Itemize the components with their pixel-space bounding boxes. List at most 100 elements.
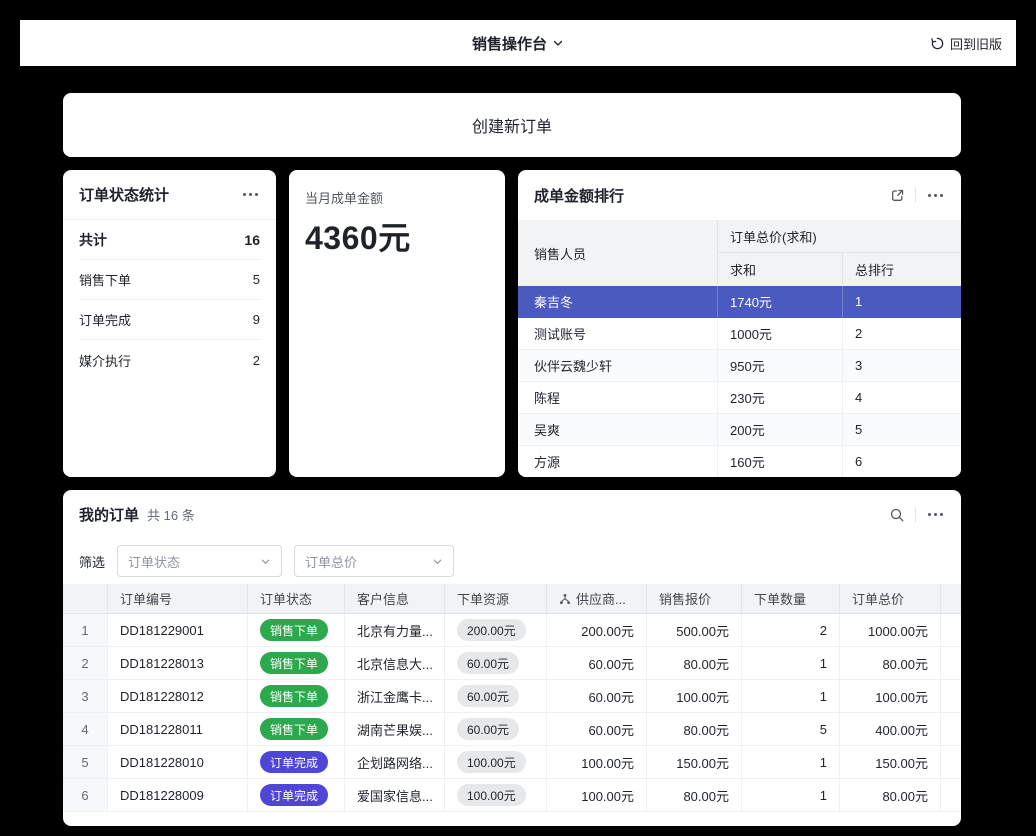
create-order-card[interactable]: 创建新订单 [63, 93, 961, 157]
rank-value: 6 [843, 446, 961, 477]
order-row[interactable]: 2 DD181228013 销售下单 北京信息大... 60.00元 60.00… [63, 647, 961, 680]
qty-cell: 1 [742, 680, 840, 712]
relation-icon [559, 593, 571, 605]
salesperson-name: 方源 [518, 446, 718, 477]
supplier-cell: 60.00元 [547, 680, 647, 712]
orders-card-title: 我的订单 [79, 504, 139, 525]
order-no-cell: DD181229001 [108, 614, 248, 646]
status-row[interactable]: 销售下单 5 [79, 260, 260, 300]
col-quote: 销售报价 [647, 584, 742, 613]
ranking-row[interactable]: 方源 160元 6 [518, 446, 961, 477]
supplier-cell: 100.00元 [547, 746, 647, 778]
order-no-cell: DD181228012 [108, 680, 248, 712]
total-cell: 80.00元 [840, 647, 941, 679]
top-bar: 销售操作台 回到旧版 [20, 20, 1016, 66]
status-cell: 销售下单 [248, 713, 345, 745]
ranking-row[interactable]: 吴爽 200元 5 [518, 414, 961, 446]
row-number: 4 [63, 713, 108, 745]
sum-value: 950元 [718, 350, 843, 381]
sum-value: 1740元 [718, 286, 843, 317]
monthly-amount-card: 当月成单金额 4360元 [289, 170, 505, 477]
sum-value: 230元 [718, 382, 843, 413]
spacer-cell [941, 746, 961, 778]
qty-cell: 1 [742, 746, 840, 778]
qty-cell: 2 [742, 614, 840, 646]
order-row[interactable]: 1 DD181229001 销售下单 北京有力量... 200.00元 200.… [63, 614, 961, 647]
total-cell: 150.00元 [840, 746, 941, 778]
ranking-table: 销售人员 订单总价(求和) 求和 总排行 秦吉冬 1740元 1 测试账号 10… [518, 220, 961, 477]
order-row[interactable]: 5 DD181228010 订单完成 企划路网络... 100.00元 100.… [63, 746, 961, 779]
status-label: 媒介执行 [79, 351, 131, 370]
col-total: 订单总价 [840, 584, 941, 613]
order-row[interactable]: 6 DD181228009 订单完成 爱国家信息... 100.00元 100.… [63, 779, 961, 812]
status-row[interactable]: 媒介执行 2 [79, 340, 260, 380]
more-icon[interactable] [926, 509, 945, 520]
status-card-header: 订单状态统计 [63, 170, 276, 220]
col-order-no: 订单编号 [108, 584, 248, 613]
more-icon[interactable] [926, 190, 945, 201]
total-cell: 1000.00元 [840, 614, 941, 646]
status-label: 订单完成 [79, 310, 131, 329]
ranking-card-title: 成单金额排行 [534, 185, 624, 206]
total-cell: 100.00元 [840, 680, 941, 712]
page: 销售操作台 回到旧版 创建新订单 订单状态统计 共计 16 销售下单 [0, 0, 1036, 836]
order-status-filter-select[interactable]: 订单状态 [117, 545, 282, 577]
rank-value: 4 [843, 382, 961, 413]
order-row[interactable]: 3 DD181228012 销售下单 浙江金鹰卡... 60.00元 60.00… [63, 680, 961, 713]
page-title: 销售操作台 [472, 33, 547, 54]
search-icon[interactable] [889, 507, 905, 523]
ranking-card-header: 成单金额排行 [518, 170, 961, 220]
resource-cell: 100.00元 [445, 779, 547, 811]
row-number: 6 [63, 779, 108, 811]
chevron-down-icon [260, 556, 271, 567]
chevron-down-icon [432, 556, 443, 567]
col-customer: 客户信息 [345, 584, 445, 613]
spacer-cell [941, 680, 961, 712]
status-row-total[interactable]: 共计 16 [79, 220, 260, 260]
resource-cell: 60.00元 [445, 647, 547, 679]
spacer-cell [941, 647, 961, 679]
customer-cell: 北京信息大... [345, 647, 445, 679]
orders-table-header: 订单编号 订单状态 客户信息 下单资源 供应商... 销售报价 下单数量 订单总… [63, 584, 961, 614]
resource-badge: 100.00元 [457, 784, 526, 806]
ranking-row[interactable]: 伙伴云魏少轩 950元 3 [518, 350, 961, 382]
rank-value: 3 [843, 350, 961, 381]
more-icon[interactable] [241, 189, 260, 200]
supplier-cell: 200.00元 [547, 614, 647, 646]
status-row[interactable]: 订单完成 9 [79, 300, 260, 340]
back-to-old-version-button[interactable]: 回到旧版 [930, 20, 1002, 66]
supplier-cell: 100.00元 [547, 779, 647, 811]
col-resource: 下单资源 [445, 584, 547, 613]
ranking-table-header: 销售人员 订单总价(求和) 求和 总排行 [518, 220, 961, 286]
order-no-cell: DD181228011 [108, 713, 248, 745]
open-in-new-icon[interactable] [890, 188, 905, 203]
order-no-cell: DD181228010 [108, 746, 248, 778]
ranking-row[interactable]: 陈程 230元 4 [518, 382, 961, 414]
ranking-row[interactable]: 测试账号 1000元 2 [518, 318, 961, 350]
resource-badge: 60.00元 [457, 718, 519, 740]
status-value: 9 [253, 312, 260, 327]
spacer-cell [941, 779, 961, 811]
quote-cell: 100.00元 [647, 680, 742, 712]
divider [915, 508, 916, 522]
ranking-row[interactable]: 秦吉冬 1740元 1 [518, 286, 961, 318]
qty-cell: 1 [742, 647, 840, 679]
amount-ranking-card: 成单金额排行 销售人员 订单总价(求和) 求和 总排行 [518, 170, 961, 477]
order-total-filter-select[interactable]: 订单总价 [294, 545, 454, 577]
status-list: 共计 16 销售下单 5 订单完成 9 媒介执行 2 [63, 220, 276, 380]
quote-cell: 500.00元 [647, 614, 742, 646]
salesperson-name: 陈程 [518, 382, 718, 413]
sum-value: 1000元 [718, 318, 843, 349]
customer-cell: 湖南芒果娱... [345, 713, 445, 745]
salesperson-name: 测试账号 [518, 318, 718, 349]
spacer-cell [941, 614, 961, 646]
customer-cell: 爱国家信息... [345, 779, 445, 811]
status-badge: 销售下单 [260, 685, 328, 707]
qty-cell: 5 [742, 713, 840, 745]
salesperson-name: 吴爽 [518, 414, 718, 445]
monthly-amount-title: 当月成单金额 [305, 188, 489, 207]
order-row[interactable]: 4 DD181228011 销售下单 湖南芒果娱... 60.00元 60.00… [63, 713, 961, 746]
salesperson-name: 秦吉冬 [518, 286, 718, 317]
status-value: 5 [253, 272, 260, 287]
app-title-dropdown[interactable]: 销售操作台 [472, 33, 564, 54]
